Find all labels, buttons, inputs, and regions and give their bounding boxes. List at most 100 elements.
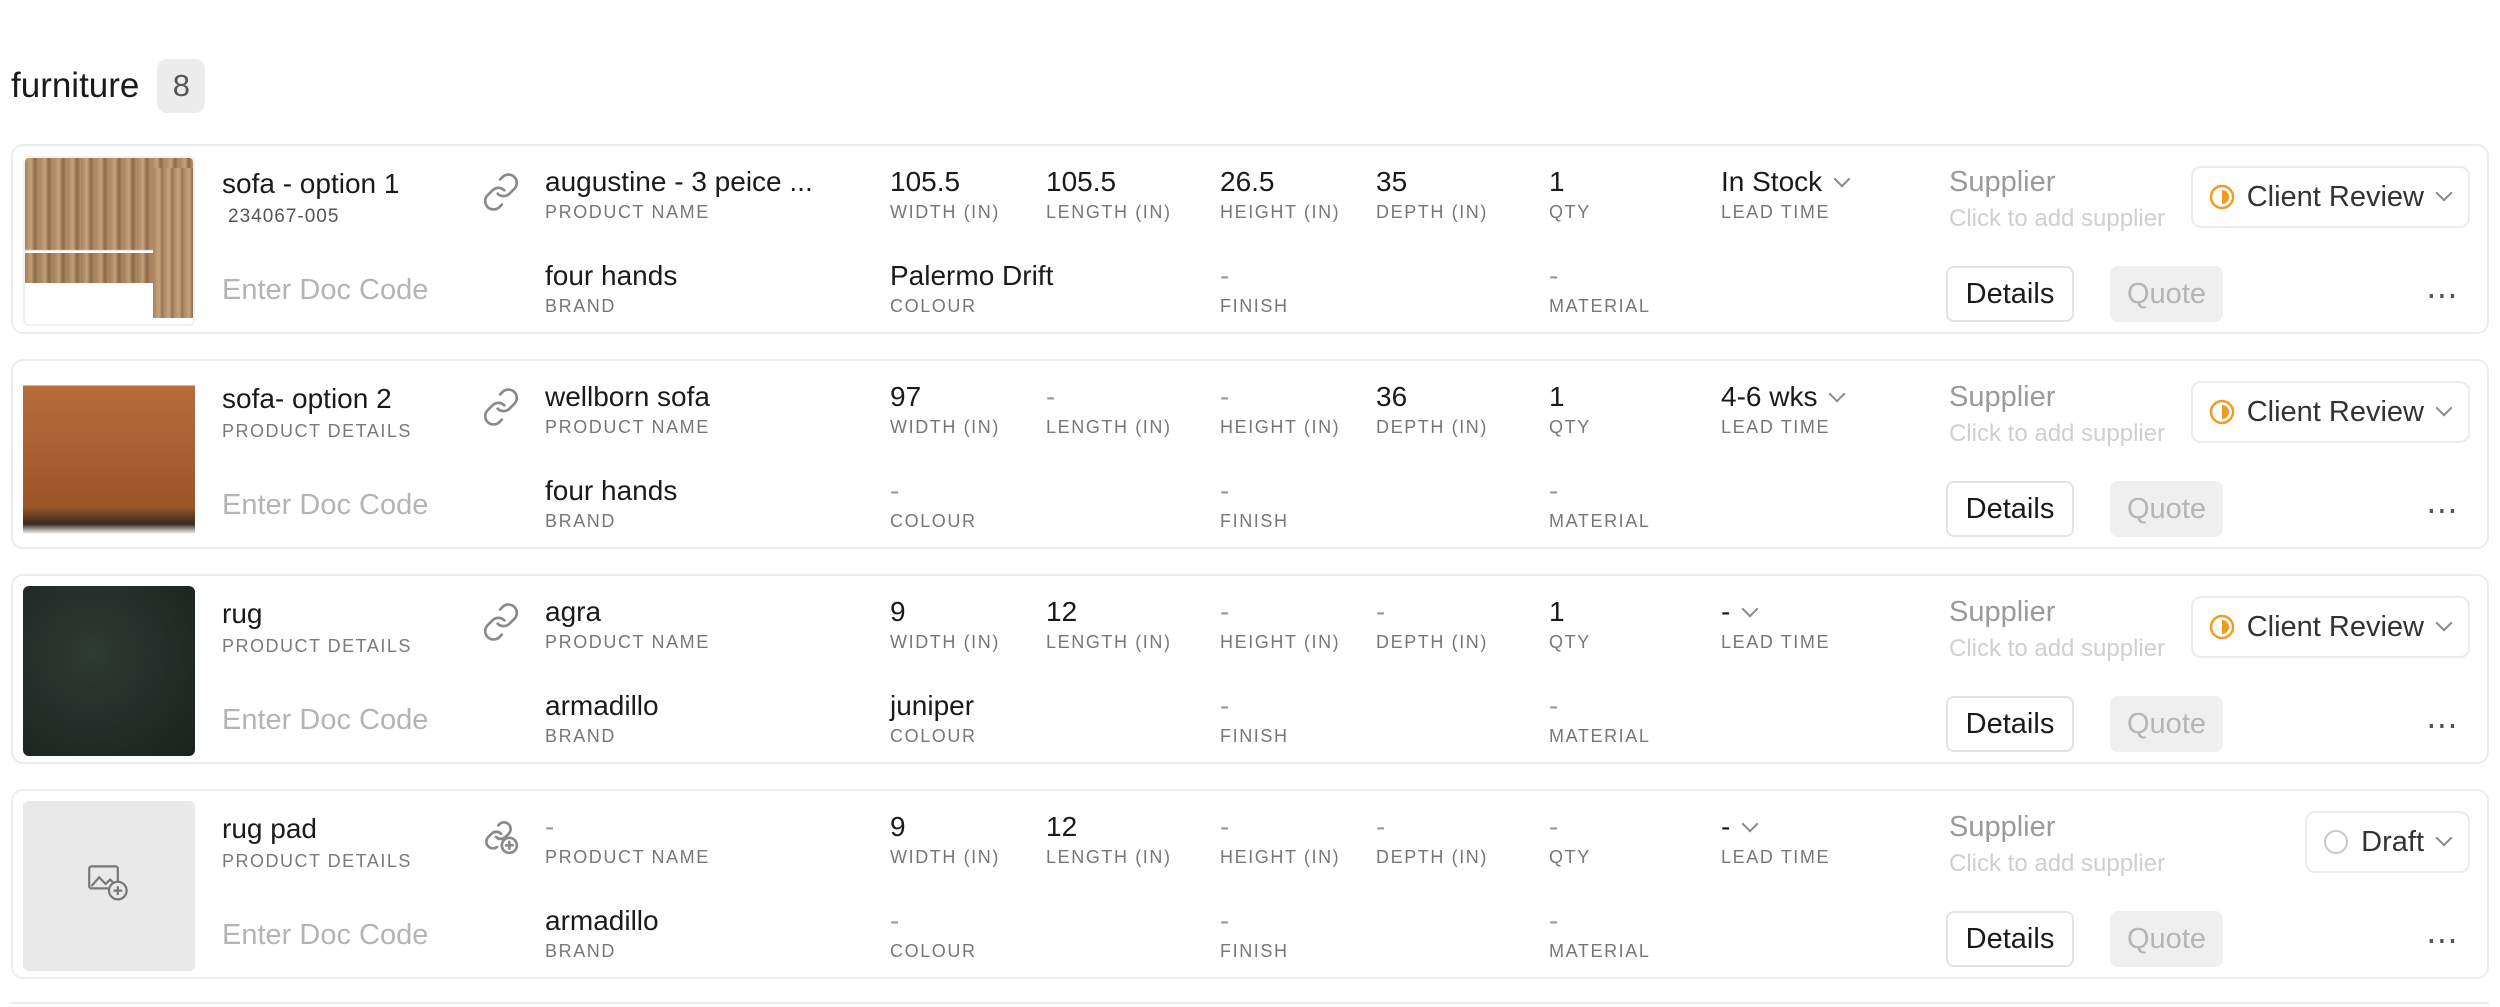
more-options-icon[interactable]: ⋯ xyxy=(2426,921,2461,959)
item-card[interactable]: sofa- option 2 PRODUCT DETAILS Enter Doc… xyxy=(11,359,2489,549)
supplier-field[interactable]: Supplier Click to add supplier xyxy=(1949,811,2165,878)
supplier-title: Supplier xyxy=(1949,811,2056,843)
product-title[interactable]: rug pad xyxy=(222,813,317,845)
colour-field-label: COLOUR xyxy=(890,511,977,531)
add-link-icon[interactable] xyxy=(481,817,521,857)
width-field-value: 97 xyxy=(890,381,922,412)
brand-field-value: armadillo xyxy=(545,690,659,721)
add-image-button[interactable] xyxy=(23,801,195,971)
product-details-label: PRODUCT DETAILS xyxy=(222,636,412,656)
lead-time-label: LEAD TIME xyxy=(1721,417,1831,437)
colour-field-value: - xyxy=(890,905,900,936)
chevron-down-icon xyxy=(2435,829,2453,847)
colour-field: - COLOUR xyxy=(890,475,977,532)
length-field-label: LENGTH (IN) xyxy=(1046,847,1172,867)
item-card[interactable]: sofa - option 1 234067-005 Enter Doc Cod… xyxy=(11,144,2489,334)
product-thumbnail[interactable] xyxy=(23,371,195,541)
product-title[interactable]: sofa - option 1 xyxy=(222,168,399,200)
lead-time-dropdown[interactable]: 4-6 wks LEAD TIME xyxy=(1721,381,1846,438)
supplier-field[interactable]: Supplier Click to add supplier xyxy=(1949,596,2165,663)
link-icon[interactable] xyxy=(481,602,521,642)
supplier-title: Supplier xyxy=(1949,381,2056,413)
material-field-label: MATERIAL xyxy=(1549,511,1651,531)
product-title[interactable]: sofa- option 2 xyxy=(222,383,392,415)
supplier-field[interactable]: Supplier Click to add supplier xyxy=(1949,381,2165,448)
status-dropdown[interactable]: Draft xyxy=(2305,811,2470,873)
lead-time-value: - xyxy=(1721,811,1731,842)
lead-time-dropdown[interactable]: - LEAD TIME xyxy=(1721,811,1830,868)
status-dropdown[interactable]: Client Review xyxy=(2190,166,2470,228)
lead-time-value: - xyxy=(1721,596,1731,627)
depth-field-label: DEPTH (IN) xyxy=(1376,847,1488,867)
lead-time-dropdown[interactable]: - LEAD TIME xyxy=(1721,596,1830,653)
doc-code-input[interactable]: Enter Doc Code xyxy=(222,274,428,307)
quote-button[interactable]: Quote xyxy=(2110,911,2223,967)
product-thumbnail[interactable] xyxy=(23,156,195,326)
length-field-value: 12 xyxy=(1046,596,1078,627)
doc-code-input[interactable]: Enter Doc Code xyxy=(222,919,428,952)
brand-field: four hands BRAND xyxy=(545,475,677,532)
chevron-down-icon xyxy=(1828,385,1846,403)
chevron-down-icon xyxy=(1833,170,1851,188)
finish-field-value: - xyxy=(1220,260,1230,291)
review-status-icon xyxy=(2209,399,2234,425)
width-field: 105.5 WIDTH (IN) xyxy=(890,166,1000,223)
link-icon[interactable] xyxy=(481,172,521,212)
finish-field-label: FINISH xyxy=(1220,296,1289,316)
depth-field-value: - xyxy=(1376,811,1386,842)
width-field-label: WIDTH (IN) xyxy=(890,847,1000,867)
group-title: furniture xyxy=(11,66,140,105)
details-button[interactable]: Details xyxy=(1946,481,2074,537)
lead-time-label: LEAD TIME xyxy=(1721,202,1831,222)
doc-code-input[interactable]: Enter Doc Code xyxy=(222,704,428,737)
finish-field-value: - xyxy=(1220,905,1230,936)
details-button[interactable]: Details xyxy=(1946,911,2074,967)
length-field: - LENGTH (IN) xyxy=(1046,381,1172,438)
doc-code-input[interactable]: Enter Doc Code xyxy=(222,489,428,522)
product-name-field-label: PRODUCT NAME xyxy=(545,632,710,652)
more-options-icon[interactable]: ⋯ xyxy=(2426,276,2461,314)
product-name-field-label: PRODUCT NAME xyxy=(545,417,710,437)
item-card[interactable]: rug pad PRODUCT DETAILS Enter Doc Code -… xyxy=(11,789,2489,979)
more-options-icon[interactable]: ⋯ xyxy=(2426,706,2461,744)
more-options-icon[interactable]: ⋯ xyxy=(2426,491,2461,529)
length-field: 12 LENGTH (IN) xyxy=(1046,596,1172,653)
item-card[interactable]: rug PRODUCT DETAILS Enter Doc Code agra … xyxy=(11,574,2489,764)
finish-field-label: FINISH xyxy=(1220,726,1289,746)
material-field: - MATERIAL xyxy=(1549,690,1650,747)
depth-field-value: 35 xyxy=(1376,166,1408,197)
details-button[interactable]: Details xyxy=(1946,696,2074,752)
lead-time-value: In Stock xyxy=(1721,166,1823,197)
qty-field-label: QTY xyxy=(1549,202,1591,222)
quote-button[interactable]: Quote xyxy=(2110,481,2223,537)
depth-field: 36 DEPTH (IN) xyxy=(1376,381,1488,438)
lead-time-value: 4-6 wks xyxy=(1721,381,1818,412)
supplier-title: Supplier xyxy=(1949,166,2056,198)
brand-field-value: four hands xyxy=(545,260,678,291)
review-status-icon xyxy=(2209,614,2234,640)
status-dropdown[interactable]: Client Review xyxy=(2190,381,2470,443)
product-thumbnail[interactable] xyxy=(23,586,195,756)
height-field: 26.5 HEIGHT (IN) xyxy=(1220,166,1340,223)
supplier-field[interactable]: Supplier Click to add supplier xyxy=(1949,166,2165,233)
quote-button[interactable]: Quote xyxy=(2110,696,2223,752)
length-field-label: LENGTH (IN) xyxy=(1046,202,1172,222)
details-button[interactable]: Details xyxy=(1946,266,2074,322)
depth-field-label: DEPTH (IN) xyxy=(1376,417,1488,437)
link-icon[interactable] xyxy=(481,387,521,427)
finish-field: - FINISH xyxy=(1220,475,1289,532)
lead-time-dropdown[interactable]: In Stock LEAD TIME xyxy=(1721,166,1851,223)
status-dropdown[interactable]: Client Review xyxy=(2190,596,2470,658)
material-field: - MATERIAL xyxy=(1549,260,1650,317)
quote-button[interactable]: Quote xyxy=(2110,266,2223,322)
brand-field: armadillo BRAND xyxy=(545,905,659,962)
status-label: Client Review xyxy=(2246,180,2424,213)
material-field-value: - xyxy=(1549,690,1559,721)
product-name-field-value: agra xyxy=(545,596,602,627)
product-title[interactable]: rug xyxy=(222,598,262,630)
depth-field-label: DEPTH (IN) xyxy=(1376,632,1488,652)
colour-field-value: Palermo Drift xyxy=(890,260,1054,291)
brand-field: armadillo BRAND xyxy=(545,690,659,747)
qty-field: 1 QTY xyxy=(1549,596,1591,653)
qty-field-value: 1 xyxy=(1549,166,1565,197)
